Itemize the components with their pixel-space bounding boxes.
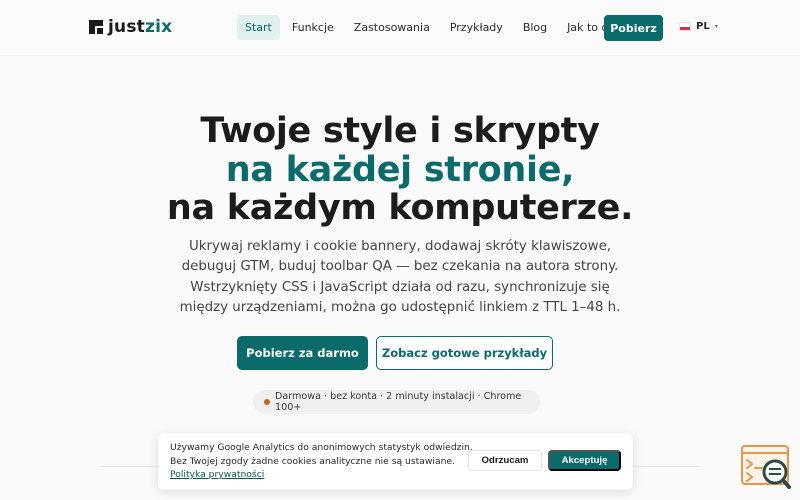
hero-title-line-3: na każdym komputerze.: [166, 188, 634, 228]
chevron-down-icon: ▾: [714, 23, 718, 30]
cookie-banner: Używamy Google Analytics do anonimowych …: [158, 433, 633, 490]
nav-item-funkcje[interactable]: Funkcje: [284, 15, 342, 40]
cookie-message-line-2: Bez Twojej zgody żadne cookies analitycz…: [170, 455, 455, 467]
download-free-button[interactable]: Pobierz za darmo: [237, 336, 368, 370]
cookie-message: Używamy Google Analytics do anonimowych …: [170, 441, 473, 482]
hero-title-line-1: Twoje style i skrypty: [200, 111, 600, 151]
nav-item-zastosowania[interactable]: Zastosowania: [346, 15, 438, 40]
nav-item-blog[interactable]: Blog: [515, 15, 555, 40]
language-switcher[interactable]: PL ▾: [679, 21, 718, 32]
site-header: justzix Start Funkcje Zastosowania Przyk…: [0, 0, 800, 56]
hero-subtitle: Ukrywaj reklamy i cookie bannery, dodawa…: [179, 239, 621, 315]
nav-item-przyklady[interactable]: Przykłady: [442, 15, 511, 40]
logo-text-part2: zix: [144, 17, 173, 37]
language-code: PL: [696, 21, 710, 32]
status-dot-icon: [264, 399, 270, 405]
logo[interactable]: justzix: [89, 17, 172, 37]
cookie-message-line-1: Używamy Google Analytics do anonimowych …: [170, 442, 473, 453]
hero-title-line-2: na każdej stronie,: [225, 150, 575, 190]
cookie-reject-button[interactable]: Odrzucam: [468, 450, 542, 471]
poland-flag-icon: [679, 22, 691, 31]
features-pill: Darmowa · bez konta · 2 minuty instalacj…: [253, 390, 540, 414]
code-search-icon[interactable]: [740, 444, 792, 490]
nav-item-start[interactable]: Start: [237, 15, 280, 40]
cookie-accept-button[interactable]: Akceptuję: [548, 450, 621, 471]
logo-text-part1: just: [108, 17, 145, 37]
justzix-logo-icon: [89, 20, 103, 34]
privacy-policy-link[interactable]: Polityka prywatności: [170, 469, 264, 480]
features-pill-text: Darmowa · bez konta · 2 minuty instalacj…: [275, 391, 522, 413]
see-examples-button[interactable]: Zobacz gotowe przykłady: [376, 336, 553, 370]
main-nav: Start Funkcje Zastosowania Przykłady Blo…: [237, 15, 646, 40]
logo-text: justzix: [108, 17, 172, 37]
download-button[interactable]: Pobierz: [604, 15, 663, 41]
